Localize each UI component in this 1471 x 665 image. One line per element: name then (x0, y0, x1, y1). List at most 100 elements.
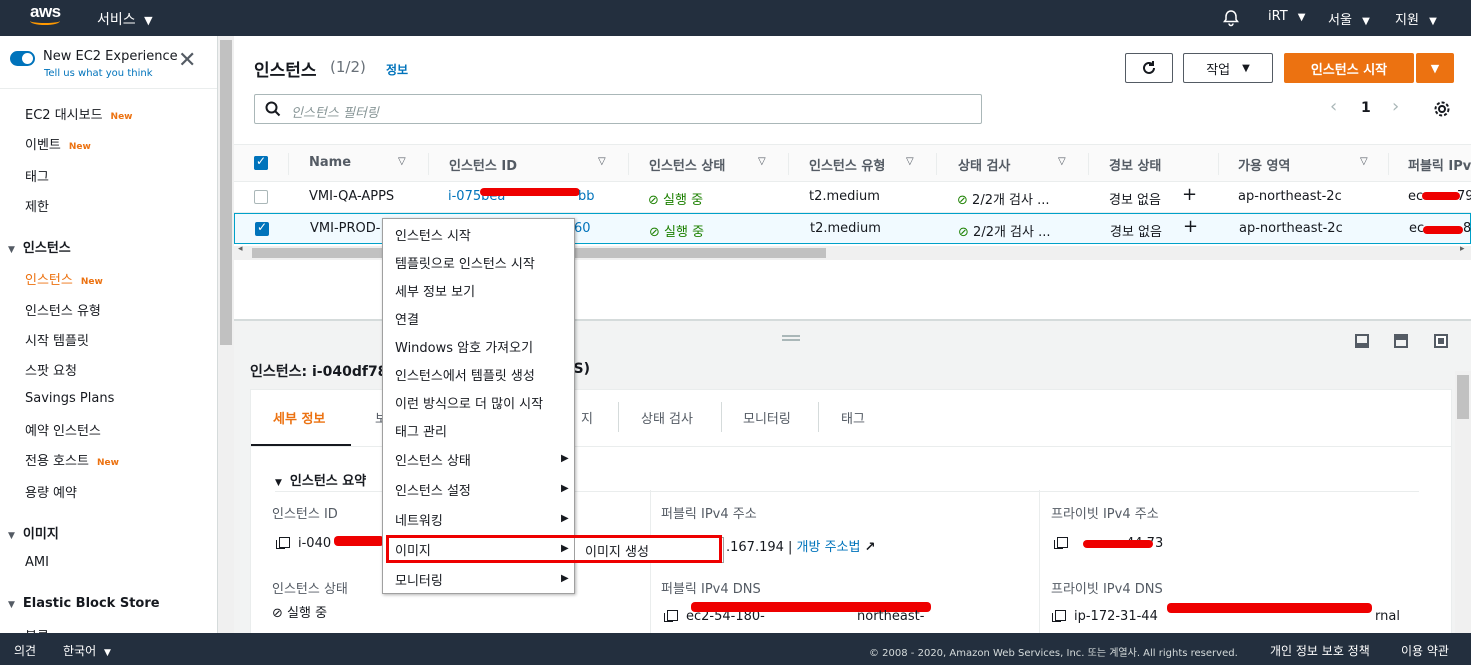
new-experience-toggle[interactable] (10, 51, 35, 66)
sidebar-item-events[interactable]: 이벤트 New (25, 134, 91, 153)
table-row[interactable]: VMI-QA-APPS i-075bea bb ⊘ 실행 중 t2.medium… (234, 182, 1471, 213)
sidebar-item-limits[interactable]: 제한 (25, 196, 49, 215)
column-header-alarm-status[interactable]: 경보 상태 (1109, 155, 1161, 174)
add-alarm-icon[interactable]: + (1183, 216, 1198, 237)
sidebar-item-launch-templates[interactable]: 시작 템플릿 (25, 330, 89, 349)
sidebar-section-instances[interactable]: ▼ 인스턴스 (8, 237, 71, 256)
actions-button[interactable]: 작업 ▼ (1183, 53, 1273, 83)
sidebar-item-dedicated-hosts[interactable]: 전용 호스트 New (25, 450, 119, 469)
gear-icon[interactable] (1433, 100, 1451, 118)
tab-divider (818, 402, 819, 432)
sidebar-item-label: EC2 대시보드 (25, 108, 103, 123)
sidebar-item-tags[interactable]: 태그 (25, 166, 49, 185)
feedback-button[interactable]: 의견 (14, 642, 36, 659)
row-checkbox[interactable] (255, 220, 269, 236)
region-menu[interactable]: 서울 ▼ (1328, 9, 1370, 28)
sidebar-item-instances[interactable]: 인스턴스 New (25, 269, 103, 288)
terms-link[interactable]: 이용 약관 (1401, 642, 1449, 659)
panel-full-icon[interactable] (1434, 334, 1448, 348)
column-header-name[interactable]: Name (309, 155, 351, 170)
detail-vertical-scrollbar[interactable] (1455, 371, 1471, 633)
panel-split-icon[interactable] (1394, 334, 1408, 348)
sidebar-item-savings-plans[interactable]: Savings Plans (25, 391, 114, 406)
tab-status-checks[interactable]: 상태 검사 (641, 408, 693, 427)
language-selector[interactable]: 한국어 ▼ (63, 642, 111, 659)
aws-logo[interactable]: aws (30, 3, 64, 31)
sidebar-item-volumes[interactable]: 볼륨 (25, 626, 49, 633)
drag-handle-icon[interactable] (782, 335, 800, 341)
status-check[interactable]: ⊘ 2/2개 검사 ... (957, 189, 1050, 208)
launch-dropdown-button[interactable]: ▼ (1416, 53, 1454, 83)
column-header-status-check[interactable]: 상태 검사 (958, 155, 1010, 174)
copy-icon[interactable] (1054, 537, 1068, 549)
menu-item-monitoring[interactable]: 모니터링 (395, 570, 443, 589)
menu-item-launch-instances[interactable]: 인스턴스 시작 (395, 225, 471, 244)
copy-icon[interactable] (276, 537, 290, 549)
column-header-instance-type[interactable]: 인스턴스 유형 (809, 155, 885, 174)
feedback-link[interactable]: Tell us what you think (44, 68, 153, 79)
sidebar-item-spot-requests[interactable]: 스팟 요청 (25, 360, 77, 379)
privacy-link[interactable]: 개인 정보 보호 정책 (1270, 642, 1370, 659)
tab-storage[interactable]: 지 (581, 408, 593, 427)
menu-item-launch-from-template[interactable]: 템플릿으로 인스턴스 시작 (395, 253, 535, 272)
tab-tags[interactable]: 태그 (841, 408, 865, 427)
copy-icon[interactable] (1052, 610, 1066, 622)
column-header-availability-zone[interactable]: 가용 영역 (1238, 155, 1290, 174)
instance-filter-input[interactable]: 인스턴스 필터링 (254, 94, 982, 124)
close-icon[interactable]: ✕ (178, 50, 196, 72)
sidebar-item-instance-types[interactable]: 인스턴스 유형 (25, 300, 101, 319)
menu-item-instance-state[interactable]: 인스턴스 상태 (395, 450, 471, 469)
tab-monitoring[interactable]: 모니터링 (743, 408, 791, 427)
menu-item-instance-settings[interactable]: 인스턴스 설정 (395, 480, 471, 499)
refresh-button[interactable] (1125, 53, 1173, 83)
sidebar-item-capacity-reservations[interactable]: 용량 예약 (25, 482, 77, 501)
sort-icon[interactable]: ▽ (398, 156, 406, 167)
instance-id-link-end[interactable]: bb (578, 189, 595, 204)
next-page-icon[interactable]: › (1392, 96, 1399, 117)
menu-item-networking[interactable]: 네트워킹 (395, 510, 443, 529)
menu-item-launch-more-like-this[interactable]: 이런 방식으로 더 많이 시작 (395, 393, 543, 412)
sort-icon[interactable]: ▽ (906, 156, 914, 167)
add-alarm-icon[interactable]: + (1182, 184, 1197, 205)
sidebar-item-ami[interactable]: AMI (25, 555, 49, 570)
support-menu[interactable]: 지원 ▼ (1395, 9, 1437, 28)
sort-icon[interactable]: ▽ (598, 156, 606, 167)
instance-summary-header[interactable]: ▼ 인스턴스 요약 (275, 470, 366, 489)
scroll-left-icon[interactable]: ◂ (238, 244, 243, 254)
sort-icon[interactable]: ▽ (1058, 156, 1066, 167)
open-address-link[interactable]: 개방 주소법 (797, 540, 861, 555)
scrollbar-thumb[interactable] (1457, 375, 1469, 419)
services-menu[interactable]: 서비스 ▼ (97, 9, 153, 29)
status-check[interactable]: ⊘ 2/2개 검사 ... (958, 221, 1051, 240)
row-checkbox[interactable] (254, 190, 268, 204)
sidebar-item-reserved-instances[interactable]: 예약 인스턴스 (25, 420, 101, 439)
menu-item-manage-tags[interactable]: 태그 관리 (395, 421, 447, 440)
menu-item-connect[interactable]: 연결 (395, 309, 419, 328)
scroll-right-icon[interactable]: ▸ (1460, 244, 1465, 254)
sidebar-item-label: 스팟 요청 (25, 364, 77, 379)
launch-instances-button[interactable]: 인스턴스 시작 (1284, 53, 1414, 83)
external-link-icon[interactable]: ↗ (865, 540, 876, 555)
page-number[interactable]: 1 (1361, 100, 1371, 116)
sidebar-item-dashboard[interactable]: EC2 대시보드 New (25, 104, 133, 123)
tab-details[interactable]: 세부 정보 (273, 408, 325, 427)
account-menu[interactable]: iRT ▼ (1268, 9, 1305, 24)
scrollbar-thumb[interactable] (220, 40, 232, 345)
menu-item-create-template[interactable]: 인스턴스에서 템플릿 생성 (395, 365, 535, 384)
info-link[interactable]: 정보 (386, 61, 408, 78)
sidebar-section-images[interactable]: ▼ 이미지 (8, 523, 59, 542)
column-header-instance-id[interactable]: 인스턴스 ID (449, 155, 517, 174)
panel-bottom-icon[interactable] (1355, 334, 1369, 348)
bell-icon[interactable] (1222, 9, 1240, 27)
copy-icon[interactable] (664, 610, 678, 622)
sort-icon[interactable]: ▽ (1360, 156, 1368, 167)
menu-item-get-windows-password[interactable]: Windows 암호 가져오기 (395, 337, 533, 356)
sidebar-scrollbar[interactable] (218, 36, 234, 633)
instance-id-link-end[interactable]: 60 (574, 221, 591, 236)
prev-page-icon[interactable]: ‹ (1330, 96, 1337, 117)
menu-item-view-details[interactable]: 세부 정보 보기 (395, 281, 475, 300)
sort-icon[interactable]: ▽ (758, 156, 766, 167)
sidebar-section-ebs[interactable]: ▼ Elastic Block Store (8, 596, 160, 611)
column-header-public-ip[interactable]: 퍼블릭 IPv (1408, 155, 1471, 174)
column-header-instance-state[interactable]: 인스턴스 상태 (649, 155, 725, 174)
